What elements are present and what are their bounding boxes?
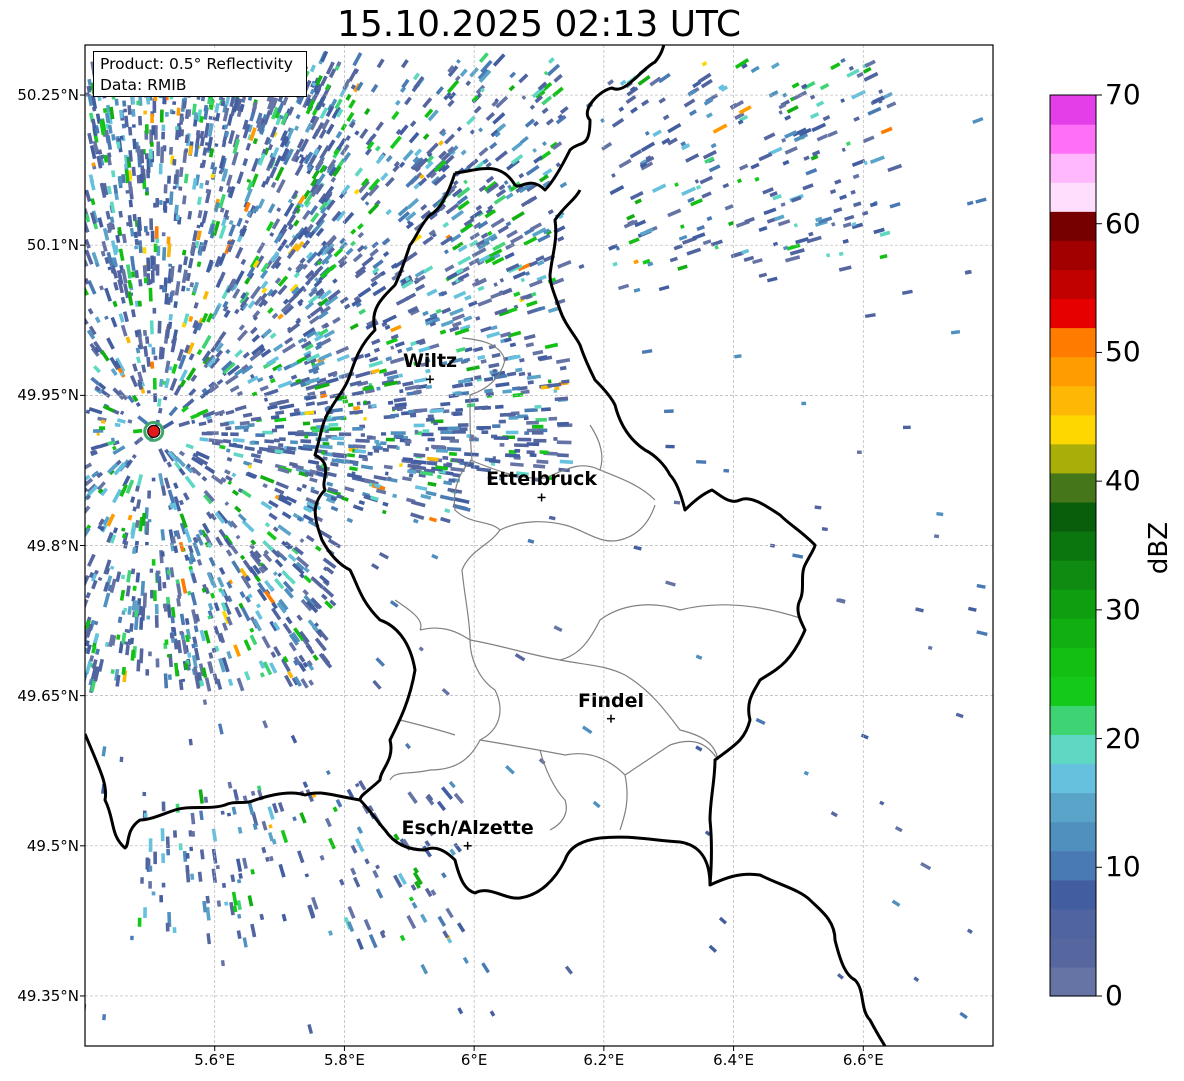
colorbar-band (1050, 792, 1096, 823)
colorbar-tick-label: 70 (1105, 78, 1141, 111)
colorbar-band (1050, 298, 1096, 329)
colorbar-band (1050, 647, 1096, 677)
colorbar-band (1050, 821, 1096, 852)
colorbar-tick-label: 20 (1105, 721, 1141, 755)
colorbar-band (1050, 705, 1096, 736)
colorbar-label: dBZ (1144, 521, 1174, 575)
colorbar-band (1050, 763, 1096, 794)
colorbar-band (1050, 966, 1096, 997)
colorbar-band (1050, 153, 1096, 183)
colorbar-tick-label: 60 (1105, 206, 1141, 240)
colorbar-band (1050, 560, 1096, 590)
colorbar-band (1050, 95, 1096, 125)
colorbar-band (1050, 734, 1096, 765)
colorbar (1049, 94, 1102, 997)
colorbar-tick-label: 40 (1105, 464, 1141, 498)
colorbar-band (1050, 530, 1096, 561)
colorbar-band (1050, 211, 1096, 241)
colorbar-band (1050, 937, 1096, 968)
colorbar-band (1050, 443, 1096, 474)
colorbar-band (1050, 589, 1096, 619)
colorbar-band (1050, 327, 1096, 358)
colorbar-band (1050, 618, 1096, 648)
colorbar-band (1050, 879, 1096, 910)
colorbar-band (1050, 240, 1096, 270)
colorbar-tick-label: 50 (1105, 335, 1141, 369)
colorbar-band (1050, 501, 1096, 532)
colorbar-band (1050, 908, 1096, 939)
colorbar-tick-label: 0 (1105, 979, 1123, 1012)
colorbar-band (1050, 472, 1096, 503)
colorbar-tick-label: 30 (1105, 592, 1141, 626)
colorbar-band (1050, 385, 1096, 416)
colorbar-band (1050, 414, 1096, 445)
colorbar-band (1050, 676, 1096, 706)
colorbar-band (1050, 124, 1096, 154)
colorbar-tick-label: 10 (1105, 850, 1141, 884)
colorbar-band (1050, 182, 1096, 212)
colorbar-band (1050, 850, 1096, 881)
colorbar-band (1050, 356, 1096, 387)
colorbar-band (1050, 269, 1096, 300)
